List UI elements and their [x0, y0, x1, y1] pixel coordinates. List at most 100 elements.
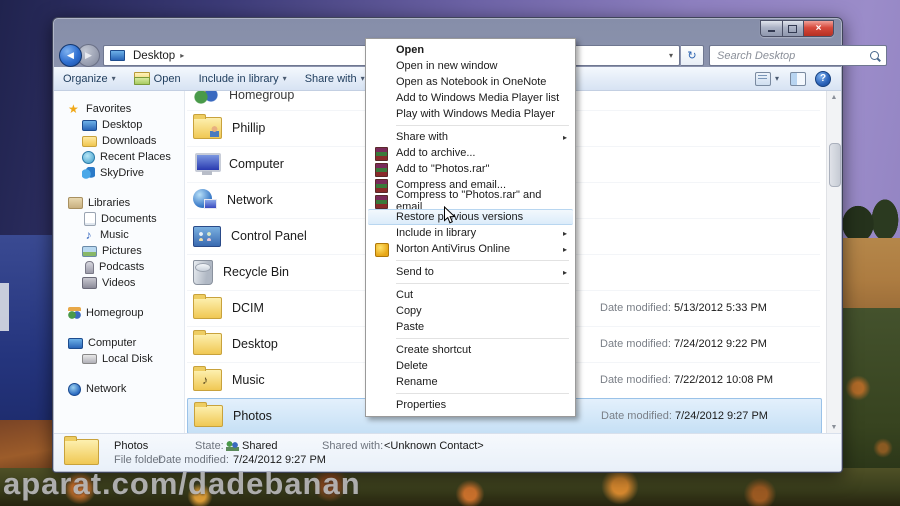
scroll-up-icon[interactable]: ▲	[827, 91, 841, 103]
organize-button[interactable]: Organize ▾	[54, 67, 125, 90]
sidebar-item-local-disk[interactable]: Local Disk	[54, 351, 184, 367]
menu-item-compress-to-rar-email[interactable]: Compress to "Photos.rar" and email	[366, 189, 575, 213]
sidebar-item-computer[interactable]: Computer	[54, 335, 184, 351]
local-disk-label: Local Disk	[102, 353, 153, 365]
sidebar-item-videos[interactable]: Videos	[54, 275, 184, 291]
include-in-library-button[interactable]: Include in library ▾	[190, 67, 296, 90]
date-modified-value: 7/24/2012 9:22 PM	[674, 338, 767, 350]
file-name: Homegroup	[229, 91, 295, 102]
sidebar-item-favorites[interactable]: ★ Favorites	[54, 101, 184, 117]
sidebar-item-network[interactable]: Network	[54, 381, 184, 397]
recycle-bin-icon	[193, 259, 213, 285]
organize-label: Organize	[63, 72, 108, 85]
menu-item-create-shortcut[interactable]: Create shortcut	[366, 342, 575, 358]
menu-item-open-onenote[interactable]: Open as Notebook in OneNote	[366, 74, 575, 90]
change-view-button[interactable]: ▾	[753, 71, 781, 86]
refresh-button[interactable]: ↻	[681, 45, 704, 66]
menu-label: Restore previous versions	[396, 211, 524, 223]
details-file-type: File folder	[114, 454, 163, 466]
menu-label: Open	[396, 44, 425, 56]
documents-label: Documents	[101, 213, 157, 225]
homegroup-icon	[68, 307, 81, 319]
menu-item-properties[interactable]: Properties	[366, 397, 575, 413]
submenu-arrow-icon: ▸	[562, 132, 567, 142]
menu-item-open-new-window[interactable]: Open in new window	[366, 58, 575, 74]
preview-pane-button[interactable]	[790, 71, 806, 86]
sidebar-item-downloads[interactable]: Downloads	[54, 133, 184, 149]
menu-item-add-wmp-list[interactable]: Add to Windows Media Player list	[366, 90, 575, 106]
share-label: Share with	[304, 72, 357, 85]
sidebar-item-libraries[interactable]: Libraries	[54, 195, 184, 211]
open-button[interactable]: Open	[125, 67, 190, 90]
local-disk-icon	[82, 354, 97, 364]
breadcrumb-chevron-icon[interactable]: ▸	[178, 51, 186, 60]
close-button[interactable]: ×	[803, 21, 833, 36]
menu-separator	[396, 125, 569, 126]
include-dropdown-icon: ▾	[282, 74, 287, 83]
menu-item-rename[interactable]: Rename	[366, 374, 575, 390]
desktop-partial-icon	[0, 283, 9, 331]
menu-item-send-to[interactable]: Send to ▸	[366, 264, 575, 280]
watermark-text: aparat.com/dadebanan	[3, 466, 361, 501]
help-icon: ?	[819, 73, 827, 84]
help-button[interactable]: ?	[815, 70, 831, 87]
menu-item-add-to-archive[interactable]: Add to archive...	[366, 145, 575, 161]
file-name: Network	[227, 193, 273, 207]
navigation-pane: ★ Favorites Desktop Downloads Recent Pla…	[54, 91, 185, 433]
minimize-button[interactable]	[761, 21, 782, 36]
sidebar-item-skydrive[interactable]: SkyDrive	[54, 165, 184, 181]
sidebar-item-podcasts[interactable]: Podcasts	[54, 259, 184, 275]
homegroup-label: Homegroup	[86, 307, 144, 319]
file-name: Photos	[233, 409, 272, 423]
skydrive-label: SkyDrive	[100, 167, 145, 179]
file-name: Phillip	[232, 121, 266, 135]
desktop-label: Desktop	[102, 119, 143, 131]
details-state-label: State:	[195, 440, 224, 452]
libraries-icon	[68, 197, 83, 209]
sidebar-item-desktop[interactable]: Desktop	[54, 117, 184, 133]
user-badge-icon	[210, 126, 219, 137]
context-menu: Open Open in new window Open as Notebook…	[365, 38, 576, 417]
network-item-icon	[193, 189, 217, 211]
menu-item-paste[interactable]: Paste	[366, 319, 575, 335]
menu-label: Copy	[396, 305, 422, 317]
forward-icon: ▶	[85, 50, 92, 60]
menu-item-play-wmp[interactable]: Play with Windows Media Player	[366, 106, 575, 122]
menu-item-delete[interactable]: Delete	[366, 358, 575, 374]
sidebar-item-music[interactable]: ♪ Music	[54, 227, 184, 243]
share-with-button[interactable]: Share with ▾	[296, 67, 374, 90]
sidebar-item-documents[interactable]: Documents	[54, 211, 184, 227]
submenu-arrow-icon: ▸	[562, 267, 567, 277]
winrar-icon	[375, 195, 388, 209]
breadcrumb[interactable]: Desktop	[130, 50, 178, 62]
menu-item-restore-previous-versions[interactable]: Restore previous versions	[368, 209, 573, 225]
window-controls: ×	[760, 20, 834, 37]
menu-item-include-in-library[interactable]: Include in library ▸	[366, 225, 575, 241]
search-box[interactable]: Search Desktop	[709, 45, 887, 66]
scroll-down-icon[interactable]: ▼	[827, 421, 841, 433]
maximize-button[interactable]	[781, 21, 804, 36]
sidebar-item-recent-places[interactable]: Recent Places	[54, 149, 184, 165]
address-dropdown-icon[interactable]: ▾	[663, 51, 679, 60]
menu-item-norton-antivirus[interactable]: Norton AntiVirus Online ▸	[366, 241, 575, 257]
sidebar-item-homegroup[interactable]: Homegroup	[54, 305, 184, 321]
menu-label: Send to	[396, 266, 434, 278]
file-name: DCIM	[232, 301, 264, 315]
menu-label: Add to "Photos.rar"	[396, 163, 490, 175]
details-shared-label: Shared with:	[322, 440, 384, 452]
menu-item-share-with[interactable]: Share with ▸	[366, 129, 575, 145]
menu-label: Include in library	[396, 227, 477, 239]
refresh-icon: ↻	[687, 50, 697, 62]
vertical-scrollbar[interactable]: ▲ ▼	[826, 91, 841, 433]
documents-icon	[84, 212, 96, 226]
sidebar-item-pictures[interactable]: Pictures	[54, 243, 184, 259]
scrollbar-thumb[interactable]	[829, 143, 841, 187]
menu-item-open[interactable]: Open	[366, 42, 575, 58]
norton-icon	[375, 243, 389, 257]
menu-item-copy[interactable]: Copy	[366, 303, 575, 319]
menu-item-cut[interactable]: Cut	[366, 287, 575, 303]
homegroup-item-icon	[193, 91, 219, 107]
file-name: Recycle Bin	[223, 265, 289, 279]
menu-item-add-to-photos-rar[interactable]: Add to "Photos.rar"	[366, 161, 575, 177]
back-button[interactable]: ◀	[59, 44, 82, 67]
